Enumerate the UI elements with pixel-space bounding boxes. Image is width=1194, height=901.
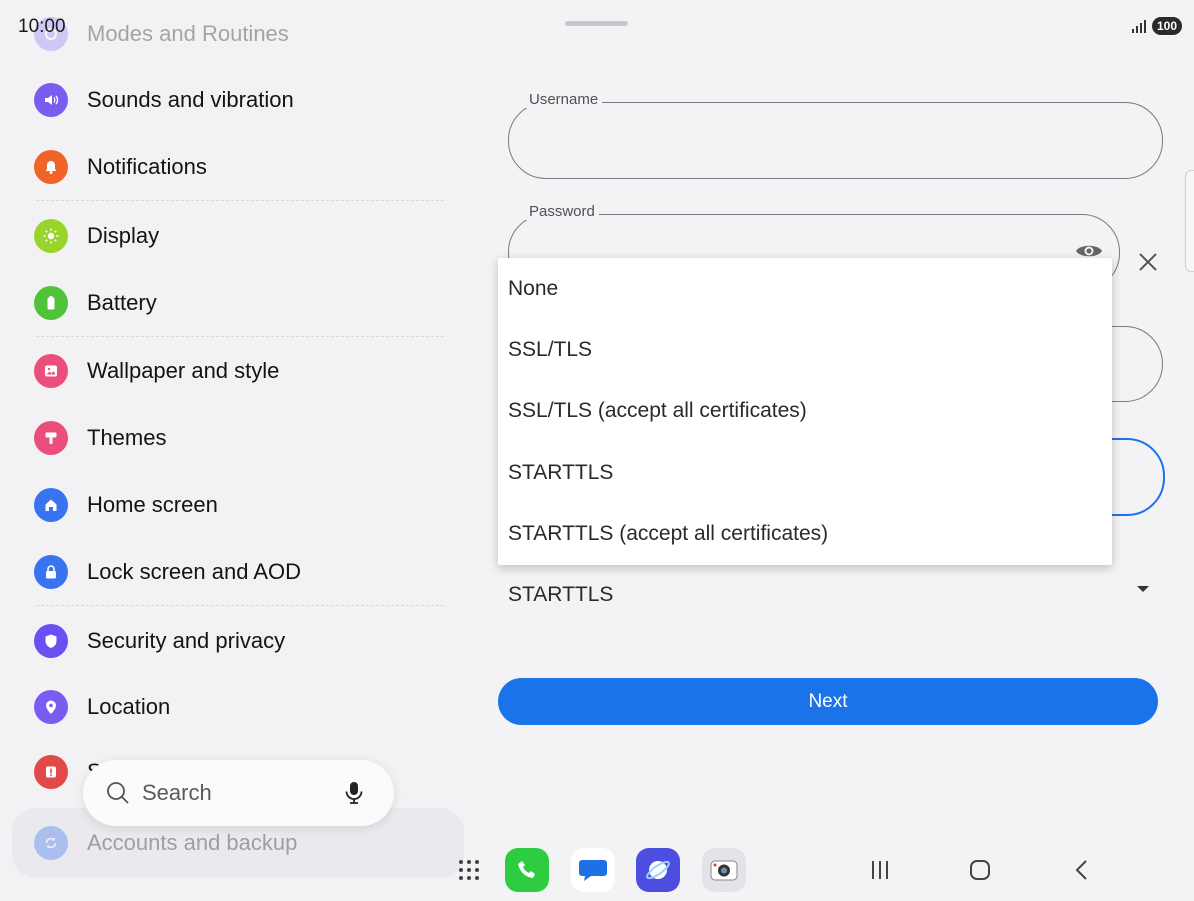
settings-item-label: Display [87, 223, 160, 248]
app-drawer-icon[interactable] [458, 859, 480, 881]
settings-item-home-screen[interactable]: Home screen [34, 483, 218, 527]
alert-icon [34, 755, 68, 789]
brush-icon [34, 421, 68, 455]
settings-item-location[interactable]: Location [34, 685, 170, 729]
settings-item-label: Notifications [87, 154, 207, 179]
search-icon [107, 782, 129, 804]
settings-item-accounts[interactable]: Accounts and backup [34, 821, 297, 865]
security-dropdown-menu: None SSL/TLS SSL/TLS (accept all certifi… [498, 258, 1112, 565]
sun-icon [34, 219, 68, 253]
settings-item-label: Location [87, 694, 171, 719]
settings-item-label: Themes [87, 425, 167, 450]
settings-item-sounds[interactable]: Sounds and vibration [34, 78, 294, 122]
divider [36, 605, 444, 606]
settings-item-label: Lock screen and AOD [87, 559, 302, 584]
settings-item-wallpaper[interactable]: Wallpaper and style [34, 349, 279, 393]
security-select-value[interactable]: STARTTLS [508, 583, 613, 607]
dropdown-option-starttls-accept-all[interactable]: STARTTLS (accept all certificates) [508, 519, 828, 549]
next-button[interactable]: Next [498, 678, 1158, 725]
settings-item-lock-screen[interactable]: Lock screen and AOD [34, 550, 301, 594]
sync-icon [34, 826, 68, 860]
dropdown-option-none[interactable]: None [508, 274, 558, 304]
dropdown-option-ssl-tls-accept-all[interactable]: SSL/TLS (accept all certificates) [508, 396, 807, 426]
settings-item-security[interactable]: Security and privacy [34, 619, 285, 663]
settings-search-bar[interactable]: Search [83, 760, 394, 826]
settings-item-label: Accounts and backup [87, 830, 298, 855]
drag-handle[interactable] [565, 21, 628, 26]
camera-app-icon[interactable] [702, 848, 746, 892]
scrollbar[interactable] [1185, 170, 1194, 272]
status-time: 10:00 [18, 16, 66, 37]
battery-level: 100 [1151, 17, 1182, 35]
home-nav-icon[interactable] [966, 856, 994, 884]
settings-item-label: Home screen [87, 492, 218, 517]
settings-item-label: Battery [87, 290, 157, 315]
password-label: Password [525, 203, 599, 220]
home-icon [34, 488, 68, 522]
settings-item-label: Modes and Routines [87, 21, 289, 46]
internet-app-icon[interactable] [636, 848, 680, 892]
microphone-icon[interactable] [342, 780, 366, 806]
username-field[interactable]: Username [508, 91, 1163, 179]
settings-item-display[interactable]: Display [34, 214, 159, 258]
settings-item-notifications[interactable]: Notifications [34, 145, 207, 189]
settings-panel: 10:00 Modes and Routines Sounds and vibr… [0, 0, 478, 901]
close-icon[interactable] [1136, 250, 1160, 274]
battery-icon [34, 286, 68, 320]
signal-icon [1131, 20, 1146, 33]
dropdown-option-ssl-tls[interactable]: SSL/TLS [508, 335, 592, 365]
phone-app-icon[interactable] [505, 848, 549, 892]
dropdown-arrow-icon[interactable] [1137, 586, 1149, 592]
search-placeholder: Search [142, 780, 212, 805]
dropdown-option-starttls[interactable]: STARTTLS [508, 458, 613, 488]
location-pin-icon [34, 690, 68, 724]
settings-item-modes-routines[interactable]: Modes and Routines [34, 12, 289, 56]
settings-item-label: Wallpaper and style [87, 358, 280, 383]
recent-apps-icon[interactable] [866, 856, 894, 884]
username-label: Username [525, 91, 603, 108]
settings-item-label: Security and privacy [87, 628, 286, 653]
status-indicators: 100 [1131, 17, 1182, 35]
settings-item-themes[interactable]: Themes [34, 416, 166, 460]
settings-item-label: Sounds and vibration [87, 87, 294, 112]
lock-icon [34, 555, 68, 589]
image-icon [34, 354, 68, 388]
messages-app-icon[interactable] [571, 848, 615, 892]
divider [36, 200, 444, 201]
settings-item-battery[interactable]: Battery [34, 281, 157, 325]
bell-icon [34, 150, 68, 184]
speaker-icon [34, 83, 68, 117]
shield-icon [34, 624, 68, 658]
back-icon[interactable] [1068, 856, 1096, 884]
divider [36, 336, 444, 337]
